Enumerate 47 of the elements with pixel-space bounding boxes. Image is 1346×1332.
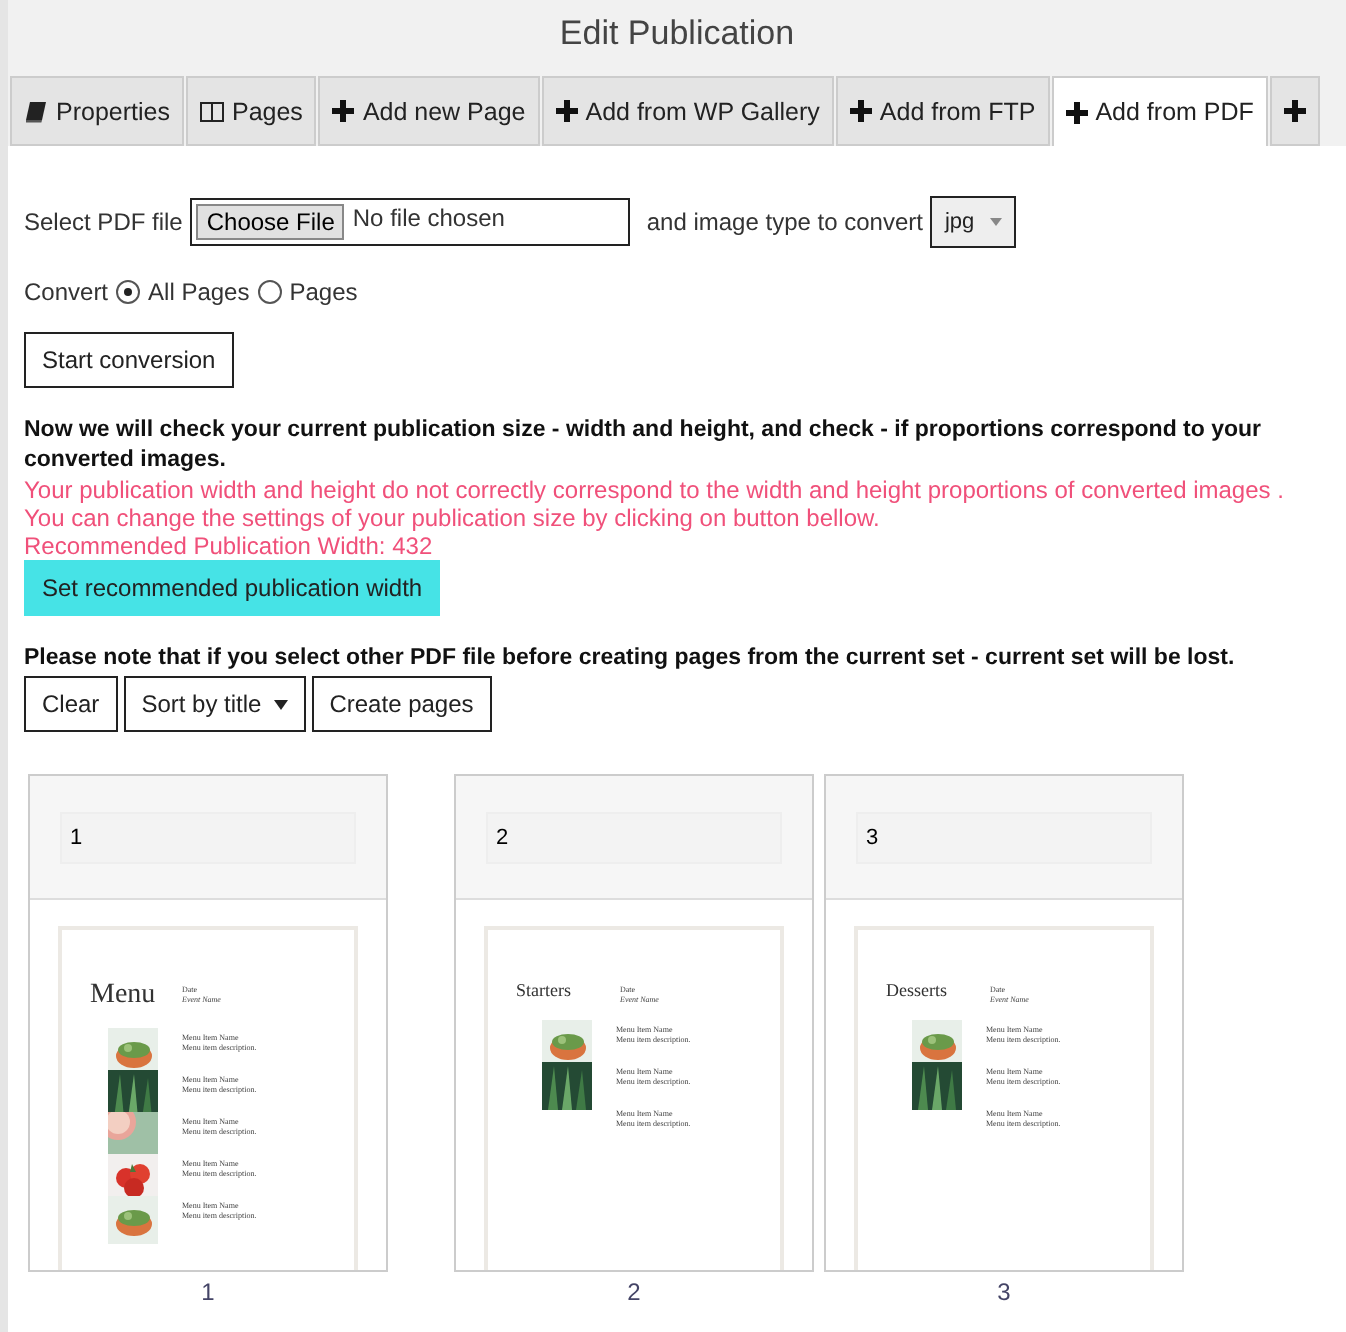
tab[interactable]: Pages [185,76,317,146]
page-title-field[interactable]: 2 [486,811,782,863]
start-conversion-button[interactable]: Start conversion [24,332,234,388]
page-title-field[interactable]: 1 [60,811,356,863]
page-heading: Menu [90,980,158,1012]
warning-text: Your publication width and height do not correctly correspond to the width and height proportions of converted images . You can change the settings of your publication size by clicking on button bellow. [24,476,1284,532]
plus-icon [555,100,578,122]
tab[interactable]: Properties [10,76,184,146]
tab[interactable] [1269,76,1320,146]
plus-icon [849,100,872,122]
convert-label: Convert [24,278,109,306]
action-button[interactable]: Create pages [311,676,492,732]
tab[interactable]: Add from PDF [1051,76,1268,146]
notice-text: Now we will check your current publication size - width and height, and check - if proportions correspond to your converted images. [24,416,1264,476]
page-heading: Starters [516,980,573,1000]
page-caption: 3 [997,1278,1011,1306]
image-type-select[interactable]: jpg [930,196,1017,248]
book-icon [24,99,48,123]
tab[interactable]: Add from FTP [835,76,1050,146]
choose-file-button[interactable]: Choose File [196,204,345,240]
page-caption: 1 [201,1278,215,1306]
file-status: No file chosen [352,204,505,232]
page-caption: 2 [627,1278,641,1306]
plus-icon [1065,101,1088,123]
columns-icon [199,99,224,123]
caret-icon [990,218,1003,226]
notice-text: Please note that if you select other PDF file before creating pages from the current set - current set will be lost. [24,644,1237,674]
sort-dropdown[interactable]: Sort by title [123,676,306,732]
page-title-field[interactable]: 3 [856,811,1152,863]
plus-icon [1283,100,1306,122]
page-heading: Desserts [886,980,949,1000]
radio-button[interactable] [257,280,282,304]
field-label: and image type to convert [646,208,923,236]
tab[interactable]: Add new Page [318,76,540,146]
tab[interactable]: Add from WP Gallery [541,76,834,146]
page-card[interactable] [28,774,388,1272]
action-button[interactable]: Clear [24,676,118,732]
recommended-width-text: Recommended Publication Width: 432 [24,532,435,560]
window-title: Edit Publication [559,14,795,54]
caret-icon [273,699,288,709]
radio-label: Pages [289,278,358,306]
radio-button[interactable] [116,280,141,304]
file-input[interactable]: Choose File No file chosen [190,198,631,246]
field-label: Select PDF file [24,208,183,236]
set-width-button[interactable]: Set recommended publication width [24,560,441,616]
plus-icon [332,100,355,122]
radio-label: All Pages [148,278,250,306]
